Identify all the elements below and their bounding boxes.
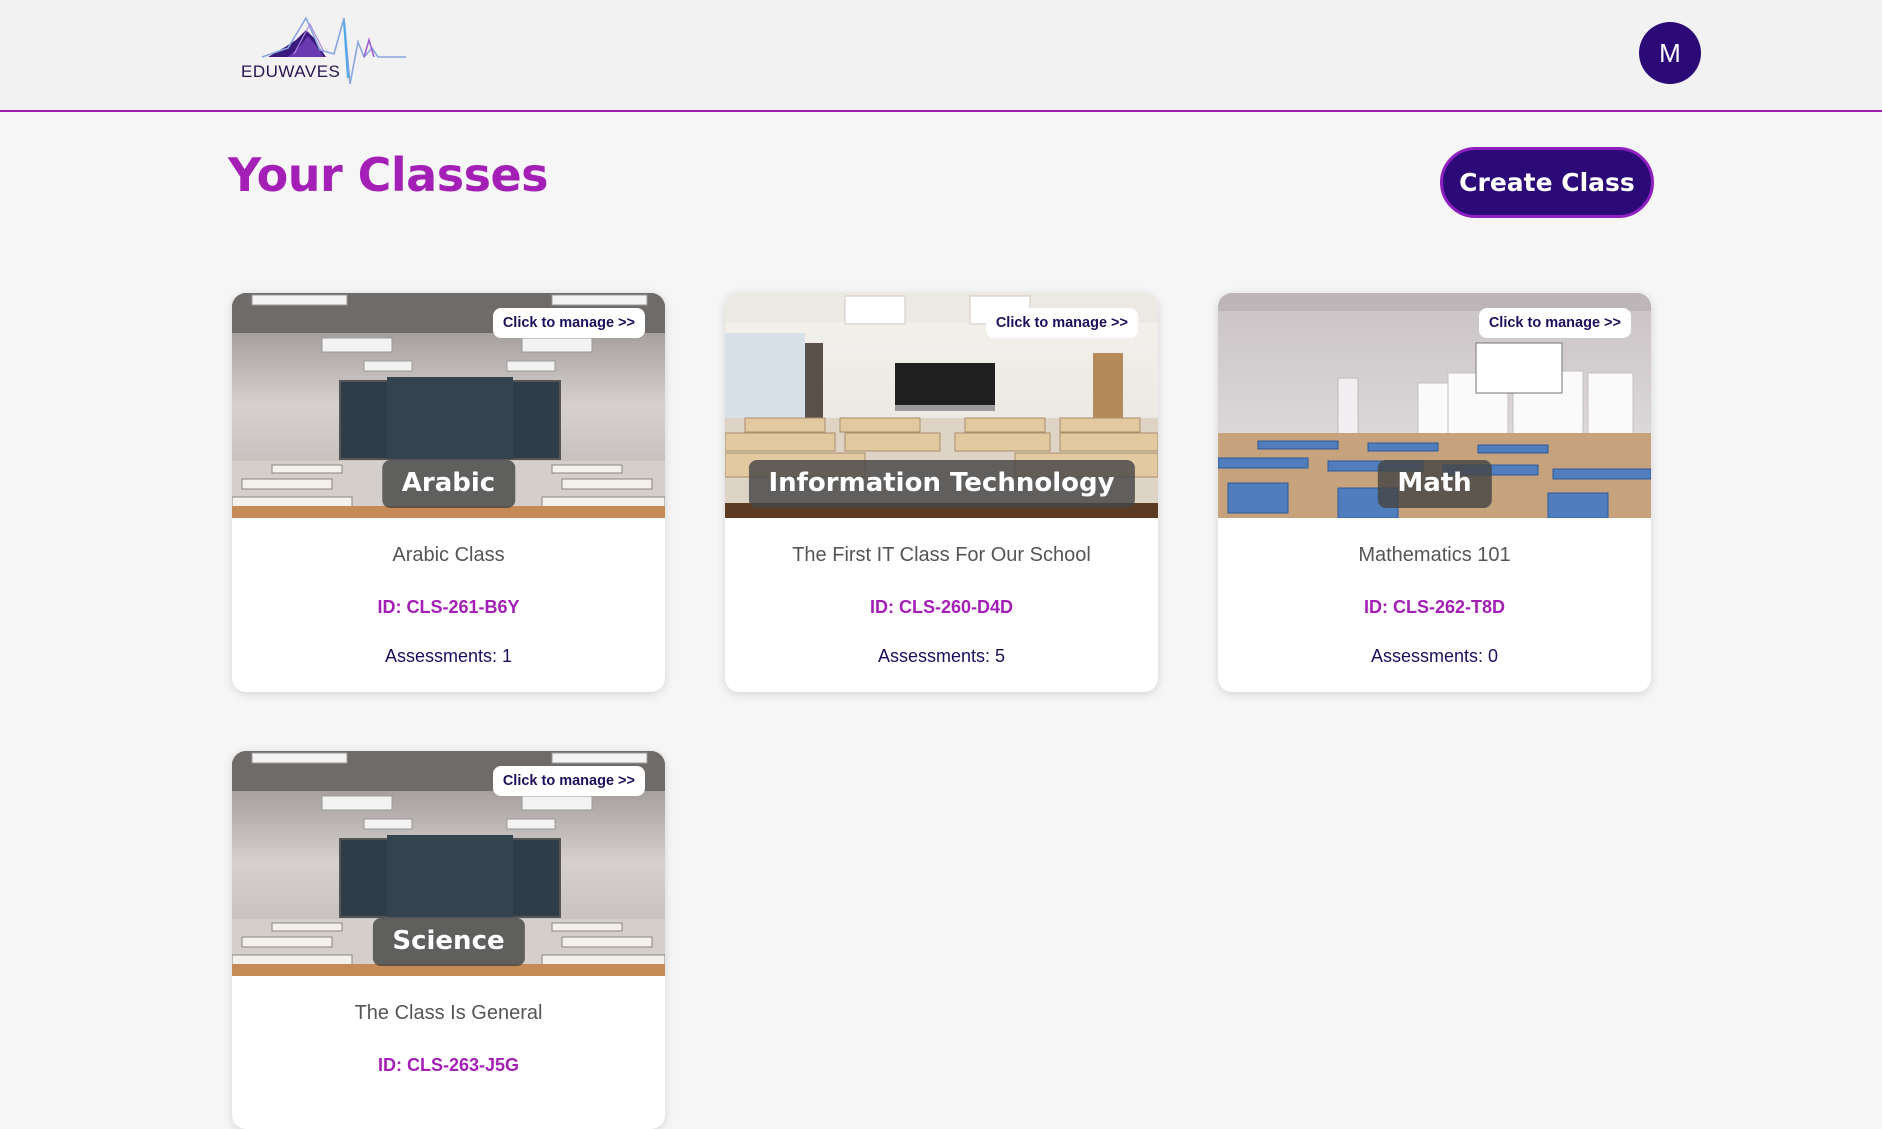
class-id: ID: CLS-263-J5G: [377, 1055, 520, 1075]
class-card-arabic[interactable]: Click to manage >> Arabic Arabic Class I…: [232, 293, 665, 692]
class-id: ID: CLS-262-T8D: [1363, 597, 1506, 617]
class-card-math[interactable]: Click to manage >> Math Mathematics 101 …: [1218, 293, 1651, 692]
assessment-count: Assessments: 0: [1370, 646, 1499, 666]
page-title: Your Classes: [228, 148, 549, 202]
class-description: The First IT Class For Our School: [792, 544, 1091, 566]
assessment-count: Assessments: 5: [877, 646, 1006, 666]
manage-link[interactable]: Click to manage >>: [1478, 308, 1631, 338]
manage-link[interactable]: Click to manage >>: [492, 766, 645, 796]
manage-link[interactable]: Click to manage >>: [985, 308, 1138, 338]
create-class-button[interactable]: Create Class: [1440, 147, 1654, 218]
class-card-science[interactable]: Click to manage >> Science The Class Is …: [232, 751, 665, 1129]
class-description: The Class Is General: [354, 1002, 543, 1024]
class-id: ID: CLS-261-B6Y: [377, 597, 520, 617]
classroom-image: Click to manage >> Math: [1218, 293, 1651, 518]
assessment-count: Assessments: 1: [384, 646, 513, 666]
subject-label: Science: [372, 918, 525, 966]
manage-link[interactable]: Click to manage >>: [492, 308, 645, 338]
class-id: ID: CLS-260-D4D: [869, 597, 1014, 617]
classroom-image: Click to manage >> Arabic: [232, 293, 665, 518]
top-header: EDUWAVES M: [0, 0, 1882, 112]
user-avatar[interactable]: M: [1639, 22, 1701, 84]
subject-label: Math: [1377, 460, 1492, 508]
logo-text: EDUWAVES: [241, 62, 341, 81]
subject-label: Arabic: [381, 460, 516, 508]
subject-label: Information Technology: [748, 460, 1135, 508]
class-card-information-technology[interactable]: Click to manage >> Information Technolog…: [725, 293, 1158, 692]
eduwaves-logo[interactable]: EDUWAVES: [240, 12, 412, 88]
class-description: Arabic Class: [392, 544, 505, 566]
classroom-image: Click to manage >> Information Technolog…: [725, 293, 1158, 518]
assessment-count: [232, 1104, 665, 1129]
class-description: Mathematics 101: [1358, 544, 1511, 566]
classroom-image: Click to manage >> Science: [232, 751, 665, 976]
